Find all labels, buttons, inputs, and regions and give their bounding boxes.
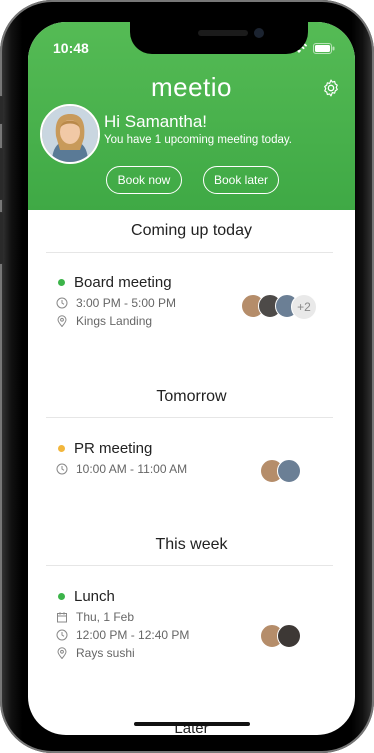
volume-down-button bbox=[0, 212, 3, 264]
app-logo: meetio bbox=[150, 72, 233, 102]
meeting-date-row: Thu, 1 Feb bbox=[56, 610, 134, 624]
speaker bbox=[198, 30, 248, 36]
status-time: 10:48 bbox=[53, 40, 89, 56]
meeting-title: PR meeting bbox=[74, 440, 153, 457]
gear-icon[interactable] bbox=[321, 78, 341, 98]
location-pin-icon bbox=[57, 647, 67, 659]
meeting-time-row: 3:00 PM - 5:00 PM bbox=[56, 296, 176, 310]
meeting-location: Rays sushi bbox=[76, 646, 135, 660]
attendee-avatar bbox=[277, 459, 301, 483]
book-now-button[interactable]: Book now bbox=[106, 166, 182, 194]
status-dot bbox=[58, 445, 65, 452]
greeting: Hi Samantha! bbox=[104, 112, 207, 131]
divider bbox=[46, 565, 333, 566]
meeting-title: Board meeting bbox=[74, 274, 172, 291]
home-indicator[interactable] bbox=[134, 722, 250, 726]
section-title-tomorrow: Tomorrow bbox=[156, 388, 227, 405]
divider bbox=[46, 252, 333, 253]
screen: 10:48 ···· meetio bbox=[28, 22, 355, 735]
phone-frame: 10:48 ···· meetio bbox=[0, 0, 374, 753]
mute-switch bbox=[0, 96, 3, 124]
attendee-avatars bbox=[260, 459, 301, 483]
meeting-location-row: Rays sushi bbox=[56, 646, 135, 660]
divider bbox=[46, 417, 333, 418]
status-dot bbox=[58, 593, 65, 600]
calendar-icon bbox=[57, 612, 67, 623]
section-title-this-week: This week bbox=[155, 536, 228, 553]
clock-icon bbox=[56, 629, 68, 641]
attendee-avatars bbox=[260, 624, 301, 648]
status-dot bbox=[58, 279, 65, 286]
meeting-time-row: 10:00 AM - 11:00 AM bbox=[56, 462, 187, 476]
meeting-title: Lunch bbox=[74, 588, 115, 605]
upcoming-summary: You have 1 upcoming meeting today. bbox=[104, 134, 292, 146]
meeting-date: Thu, 1 Feb bbox=[76, 610, 135, 624]
attendee-avatars: +2 bbox=[241, 294, 317, 320]
clock-icon bbox=[56, 463, 68, 475]
meeting-time: 12:00 PM - 12:40 PM bbox=[76, 628, 190, 642]
meeting-location-row: Kings Landing bbox=[56, 314, 152, 328]
section-title-today: Coming up today bbox=[131, 222, 252, 239]
more-attendees-badge: +2 bbox=[291, 294, 317, 320]
location-pin-icon bbox=[57, 315, 67, 327]
battery-icon bbox=[313, 42, 335, 54]
avatar[interactable] bbox=[40, 104, 100, 164]
front-camera bbox=[254, 28, 264, 38]
clock-icon bbox=[56, 297, 68, 309]
attendee-avatar bbox=[277, 624, 301, 648]
volume-up-button bbox=[0, 148, 3, 200]
meeting-time-row: 12:00 PM - 12:40 PM bbox=[56, 628, 189, 642]
meeting-time: 3:00 PM - 5:00 PM bbox=[76, 296, 177, 310]
meeting-location: Kings Landing bbox=[76, 314, 153, 328]
notch bbox=[130, 22, 308, 54]
book-later-button[interactable]: Book later bbox=[203, 166, 279, 194]
meeting-time: 10:00 AM - 11:00 AM bbox=[76, 462, 188, 476]
